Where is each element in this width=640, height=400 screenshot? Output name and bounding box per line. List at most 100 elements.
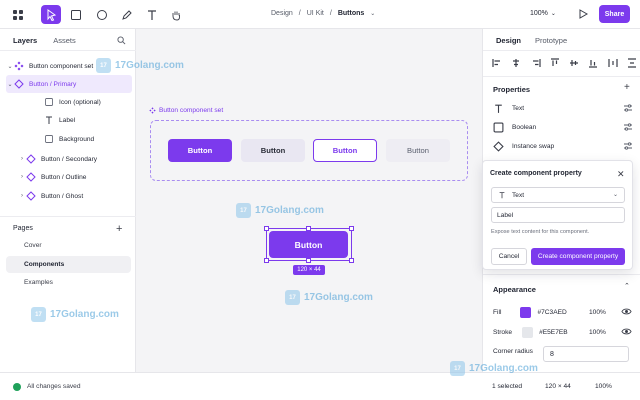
pointer-tool-icon[interactable] [41,5,61,24]
button-primary-variant[interactable]: Button [168,139,232,162]
watermark-logo-icon: 17 [96,58,111,73]
property-row[interactable]: Text [493,101,633,115]
pen-tool-icon[interactable] [117,5,137,24]
stroke-swatch[interactable] [522,326,534,338]
property-label: Boolean [512,123,537,131]
cancel-button[interactable]: Cancel [491,248,527,265]
align-center-v-icon[interactable] [569,58,579,68]
corner-radius-input[interactable]: 8 [543,346,629,362]
stroke-row[interactable]: Stroke #E5E7EB 100% [493,325,633,339]
align-right-icon[interactable] [531,58,541,68]
instance-swap-icon [493,140,504,152]
resize-handle[interactable] [349,258,354,263]
layer-item[interactable]: › Button / Outline [0,168,136,186]
page-item[interactable]: Cover [6,237,131,254]
component-icon [14,79,24,89]
settings-sliders-icon[interactable] [623,103,633,113]
page-item-active[interactable]: Components [6,256,131,273]
canvas[interactable] [136,29,482,372]
layer-item[interactable]: › Button / Ghost [0,187,136,205]
align-top-icon[interactable] [550,58,560,68]
layer-label: Background [59,135,95,143]
layer-item[interactable]: Background [0,130,136,148]
frame-tool-icon[interactable] [66,5,86,24]
component-icon [26,172,36,182]
chevron-right-icon[interactable]: › [18,193,26,199]
selection-size: 120 × 44 [545,383,571,390]
distribute-horizontal-icon[interactable] [608,58,618,68]
watermark: 17 17Golang.com [450,361,538,376]
property-row[interactable]: Boolean [493,120,633,134]
align-center-h-icon[interactable] [511,58,521,68]
settings-sliders-icon[interactable] [623,122,633,132]
selection-count: 1 selected [492,383,523,390]
property-label: Text [512,104,525,112]
layer-item[interactable]: Label [0,111,136,129]
share-button[interactable]: Share [599,5,630,23]
eye-icon[interactable] [621,326,632,337]
save-status: All changes saved [27,383,81,390]
button-secondary-variant[interactable]: Button [241,139,305,162]
fill-swatch[interactable] [520,306,532,318]
component-set-label[interactable]: Button component set [149,107,223,114]
chevron-right-icon[interactable]: › [18,156,26,162]
stroke-hex[interactable]: #E5E7EB [539,329,568,336]
text-tool-icon[interactable] [142,5,162,24]
fill-opacity[interactable]: 100% [589,309,606,316]
tab-layers[interactable]: Layers [13,36,38,51]
add-page-icon[interactable]: + [116,223,122,235]
component-set-icon [14,61,24,71]
zoom-value: 100% [530,10,548,17]
menu-grid-icon[interactable] [8,5,28,24]
status-zoom[interactable]: 100% [595,383,612,390]
tab-assets[interactable]: Assets [53,36,76,51]
distribute-vertical-icon[interactable] [627,58,637,68]
resize-handle[interactable] [306,258,311,263]
selected-button-instance[interactable]: Button [269,231,348,258]
breadcrumb: Design / UI Kit / Buttons ⌄ [271,10,376,17]
resize-handle[interactable] [349,226,354,231]
page-item[interactable]: Examples [6,274,131,291]
add-property-icon[interactable]: + [624,82,630,93]
chevron-down-icon[interactable]: ⌄ [6,81,14,88]
create-property-button[interactable]: Create component property [531,248,625,265]
settings-sliders-icon[interactable] [623,141,633,151]
hand-tool-icon[interactable] [166,5,186,24]
button-ghost-variant[interactable]: Button [386,139,450,162]
breadcrumb-item[interactable]: Design [271,10,293,17]
breadcrumb-item[interactable]: UI Kit [307,10,324,17]
resize-handle[interactable] [264,258,269,263]
play-icon[interactable] [577,8,589,20]
chevron-right-icon[interactable]: › [18,174,26,180]
chevron-up-icon[interactable]: ⌃ [624,282,630,290]
chevron-down-icon[interactable]: ⌄ [6,63,14,70]
breadcrumb-current[interactable]: Buttons [338,10,364,17]
tab-prototype[interactable]: Prototype [535,36,567,51]
layer-item-selected[interactable]: ⌄ Button / Primary [6,75,132,93]
tab-design[interactable]: Design [496,36,522,51]
chevron-down-icon[interactable]: ⌄ [370,10,375,17]
create-property-popover: Create component property ✕ Text ⌄ Label… [482,160,633,270]
layer-item[interactable]: › Button / Secondary [0,150,136,168]
fill-hex[interactable]: #7C3AED [537,309,566,316]
fill-row[interactable]: Fill #7C3AED 100% [493,305,633,319]
pages-title: Pages [13,225,33,232]
zoom-dropdown[interactable]: 100% ⌄ [530,10,556,17]
property-type-select[interactable]: Text ⌄ [491,187,625,203]
button-outline-variant[interactable]: Button [313,139,377,162]
stroke-opacity[interactable]: 100% [589,329,606,336]
property-row[interactable]: Instance swap [493,139,633,153]
close-icon[interactable]: ✕ [617,169,625,180]
property-name-input[interactable]: Label [491,207,625,223]
layer-item[interactable]: Icon (optional) [0,93,136,111]
resize-handle[interactable] [306,226,311,231]
ellipse-tool-icon[interactable] [92,5,112,24]
resize-handle[interactable] [264,226,269,231]
align-bottom-icon[interactable] [588,58,598,68]
search-icon[interactable] [117,36,126,45]
chevron-down-icon: ⌄ [612,192,618,198]
eye-icon[interactable] [621,306,632,317]
rectangle-icon [44,134,54,144]
property-type-value: Text [512,191,525,199]
align-left-icon[interactable] [492,58,502,68]
